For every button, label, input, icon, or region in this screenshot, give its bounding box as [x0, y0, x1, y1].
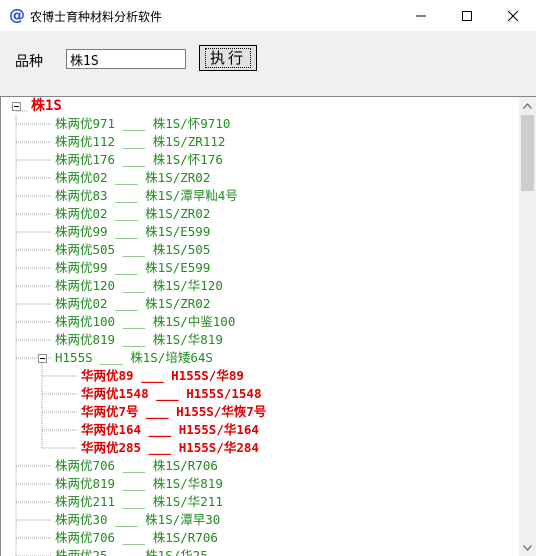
tree-subnode[interactable]: 华两优1548 ___ H155S/1548 — [81, 385, 262, 403]
tree-node[interactable]: 株两优112 ___ 株1S/ZR112 — [55, 133, 225, 151]
maximize-icon — [462, 10, 472, 21]
tree-node[interactable]: 株两优971 ___ 株1S/怀9710 — [55, 115, 230, 133]
tree-node[interactable]: 株两优83 ___ 株1S/潭早籼4号 — [55, 187, 238, 205]
tree-node[interactable]: 株两优819 ___ 株1S/华819 — [55, 475, 223, 493]
minimize-button[interactable] — [398, 0, 444, 31]
tree-node[interactable]: 株两优25 ___ 株1S/华25 — [55, 547, 208, 556]
execute-button[interactable]: 执行 — [199, 45, 257, 71]
tree-node[interactable]: 株两优02 ___ 株1S/ZR02 — [55, 169, 210, 187]
tree-node[interactable]: 株两优211 ___ 株1S/华211 — [55, 493, 223, 511]
tree-node[interactable]: H155S ___ 株1S/培矮64S — [55, 349, 213, 367]
tree-subnode[interactable]: 华两优164 ___ H155S/华164 — [81, 421, 259, 439]
variety-input[interactable] — [66, 49, 186, 69]
tree-node[interactable]: 株两优02 ___ 株1S/ZR02 — [55, 205, 210, 223]
maximize-button[interactable] — [444, 0, 490, 31]
variety-label: 品种 — [15, 54, 43, 70]
scroll-thumb[interactable] — [521, 115, 534, 191]
close-button[interactable] — [490, 0, 536, 31]
chevron-up-icon — [523, 102, 532, 109]
chevron-down-icon — [523, 544, 532, 551]
tree-subnode[interactable]: 华两优7号 ___ H155S/华恢7号 — [81, 403, 266, 421]
minimize-icon — [416, 15, 426, 16]
execute-button-label: 执行 — [204, 48, 251, 68]
tree-node[interactable]: 株两优100 ___ 株1S/中鉴100 — [55, 313, 235, 331]
tree-node[interactable]: 株两优30 ___ 株1S/潭早30 — [55, 511, 220, 529]
tree-root-node[interactable]: 株1S — [31, 97, 62, 115]
collapse-toggle-icon[interactable] — [12, 102, 21, 111]
tree-subnode[interactable]: 华两优285 ___ H155S/华284 — [81, 439, 259, 457]
tree-node[interactable]: 株两优99 ___ 株1S/E599 — [55, 259, 210, 277]
tree-node[interactable]: 株两优99 ___ 株1S/E599 — [55, 223, 210, 241]
tree-node[interactable]: 株两优706 ___ 株1S/R706 — [55, 529, 218, 547]
app-at-icon[interactable]: @ — [8, 6, 26, 24]
scroll-up-button[interactable] — [519, 97, 536, 114]
scroll-down-button[interactable] — [519, 539, 536, 556]
tree-node[interactable]: 株两优706 ___ 株1S/R706 — [55, 457, 218, 475]
tree-node[interactable]: 株两优505 ___ 株1S/505 — [55, 241, 210, 259]
tree-node[interactable]: 株两优120 ___ 株1S/华120 — [55, 277, 223, 295]
tree-node[interactable]: 株两优176 ___ 株1S/怀176 — [55, 151, 223, 169]
title-bar: @ 农博士育种材料分析软件 — [0, 0, 536, 31]
tree-node[interactable]: 株两优819 ___ 株1S/华819 — [55, 331, 223, 349]
tree-subnode[interactable]: 华两优89 ___ H155S/华89 — [81, 367, 244, 385]
window-title: 农博士育种材料分析软件 — [30, 10, 163, 24]
pedigree-tree[interactable]: 株1S 株两优971 ___ 株1S/怀9710 株两优112 ___ 株1S/ZR… — [0, 96, 536, 556]
close-icon — [507, 10, 519, 21]
collapse-toggle-icon[interactable] — [38, 354, 47, 363]
vertical-scrollbar[interactable] — [519, 97, 536, 556]
tree-node[interactable]: 株两优02 ___ 株1S/ZR02 — [55, 295, 210, 313]
query-panel: 品种 执行 — [0, 31, 536, 96]
